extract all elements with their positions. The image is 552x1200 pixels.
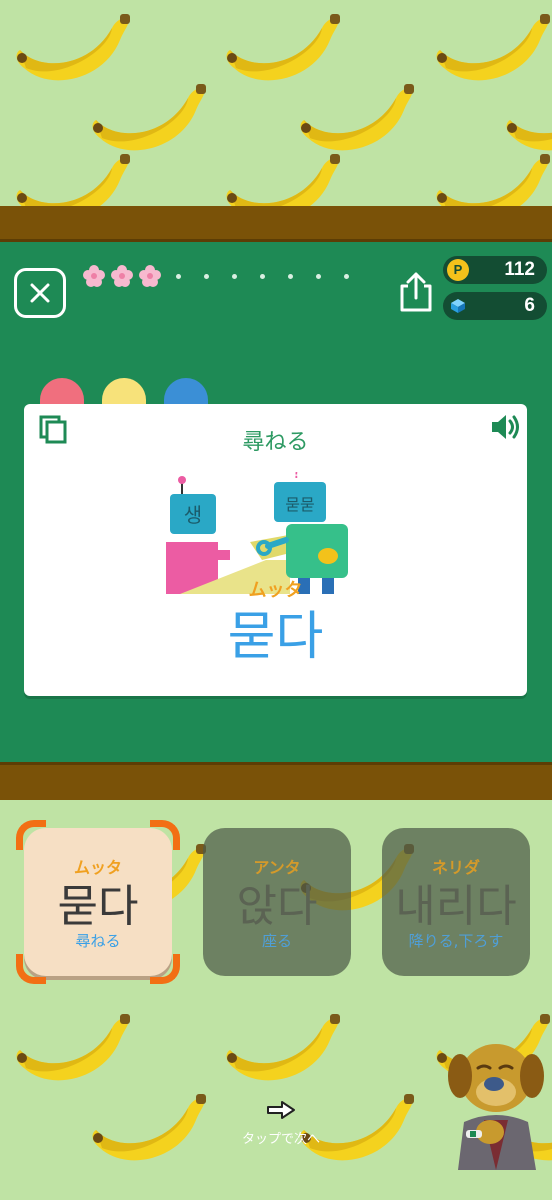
close-icon [30, 283, 50, 303]
top-shelf [0, 206, 552, 242]
progress-flower-icon [110, 264, 134, 288]
robot-left-label: 생 [184, 503, 202, 527]
progress-dot [316, 274, 321, 279]
choice-word: 내리다 [395, 881, 517, 932]
choice-word: 앉다 [236, 881, 318, 932]
progress-flower-icon [82, 264, 106, 288]
share-button[interactable] [396, 270, 436, 314]
arrow-right-icon [267, 1101, 295, 1119]
progress-flower-icon [138, 264, 162, 288]
question-mark: ? [292, 472, 302, 483]
choice-word: 묻다 [57, 881, 139, 932]
choice-meaning: 座る [261, 932, 292, 950]
cubes-counter: 6 [443, 292, 547, 320]
progress-dot [288, 274, 293, 279]
card-meaning: 尋ねる [242, 430, 309, 455]
bottom-shelf [0, 762, 552, 800]
progress-dot [176, 274, 181, 279]
cubes-value: 6 [524, 295, 535, 316]
coin-icon: P [447, 259, 469, 281]
tap-next-hint[interactable]: タップで次へ [226, 1100, 336, 1147]
choice-card-2[interactable]: アンタ 앉다 座る [203, 828, 351, 976]
progress-dot [344, 274, 349, 279]
lesson-progress [82, 264, 362, 288]
robot-right-label: 묻묻 [285, 495, 314, 514]
next-label: タップで次へ [241, 1132, 320, 1147]
selection-corner [16, 820, 46, 850]
cube-icon [451, 299, 465, 313]
progress-dot [204, 274, 209, 279]
choice-card-3[interactable]: ネリダ 내리다 降りる,下ろす [382, 828, 530, 976]
card-word: 묻다 [227, 607, 324, 667]
close-button[interactable] [14, 268, 66, 318]
dog-mascot [448, 1044, 544, 1170]
progress-dot [232, 274, 237, 279]
choice-card-1[interactable]: ムッタ 묻다 尋ねる [16, 820, 180, 984]
points-value: 112 [504, 259, 535, 280]
choice-meaning: 降りる,下ろす [408, 932, 504, 950]
choice-meaning: 尋ねる [75, 932, 121, 950]
share-icon [400, 272, 432, 312]
flashcard[interactable]: 尋ねる 생 묻묻 ? ムッタ 묻다 [24, 404, 527, 696]
points-counter: P 112 [443, 256, 547, 284]
progress-dot [260, 274, 265, 279]
